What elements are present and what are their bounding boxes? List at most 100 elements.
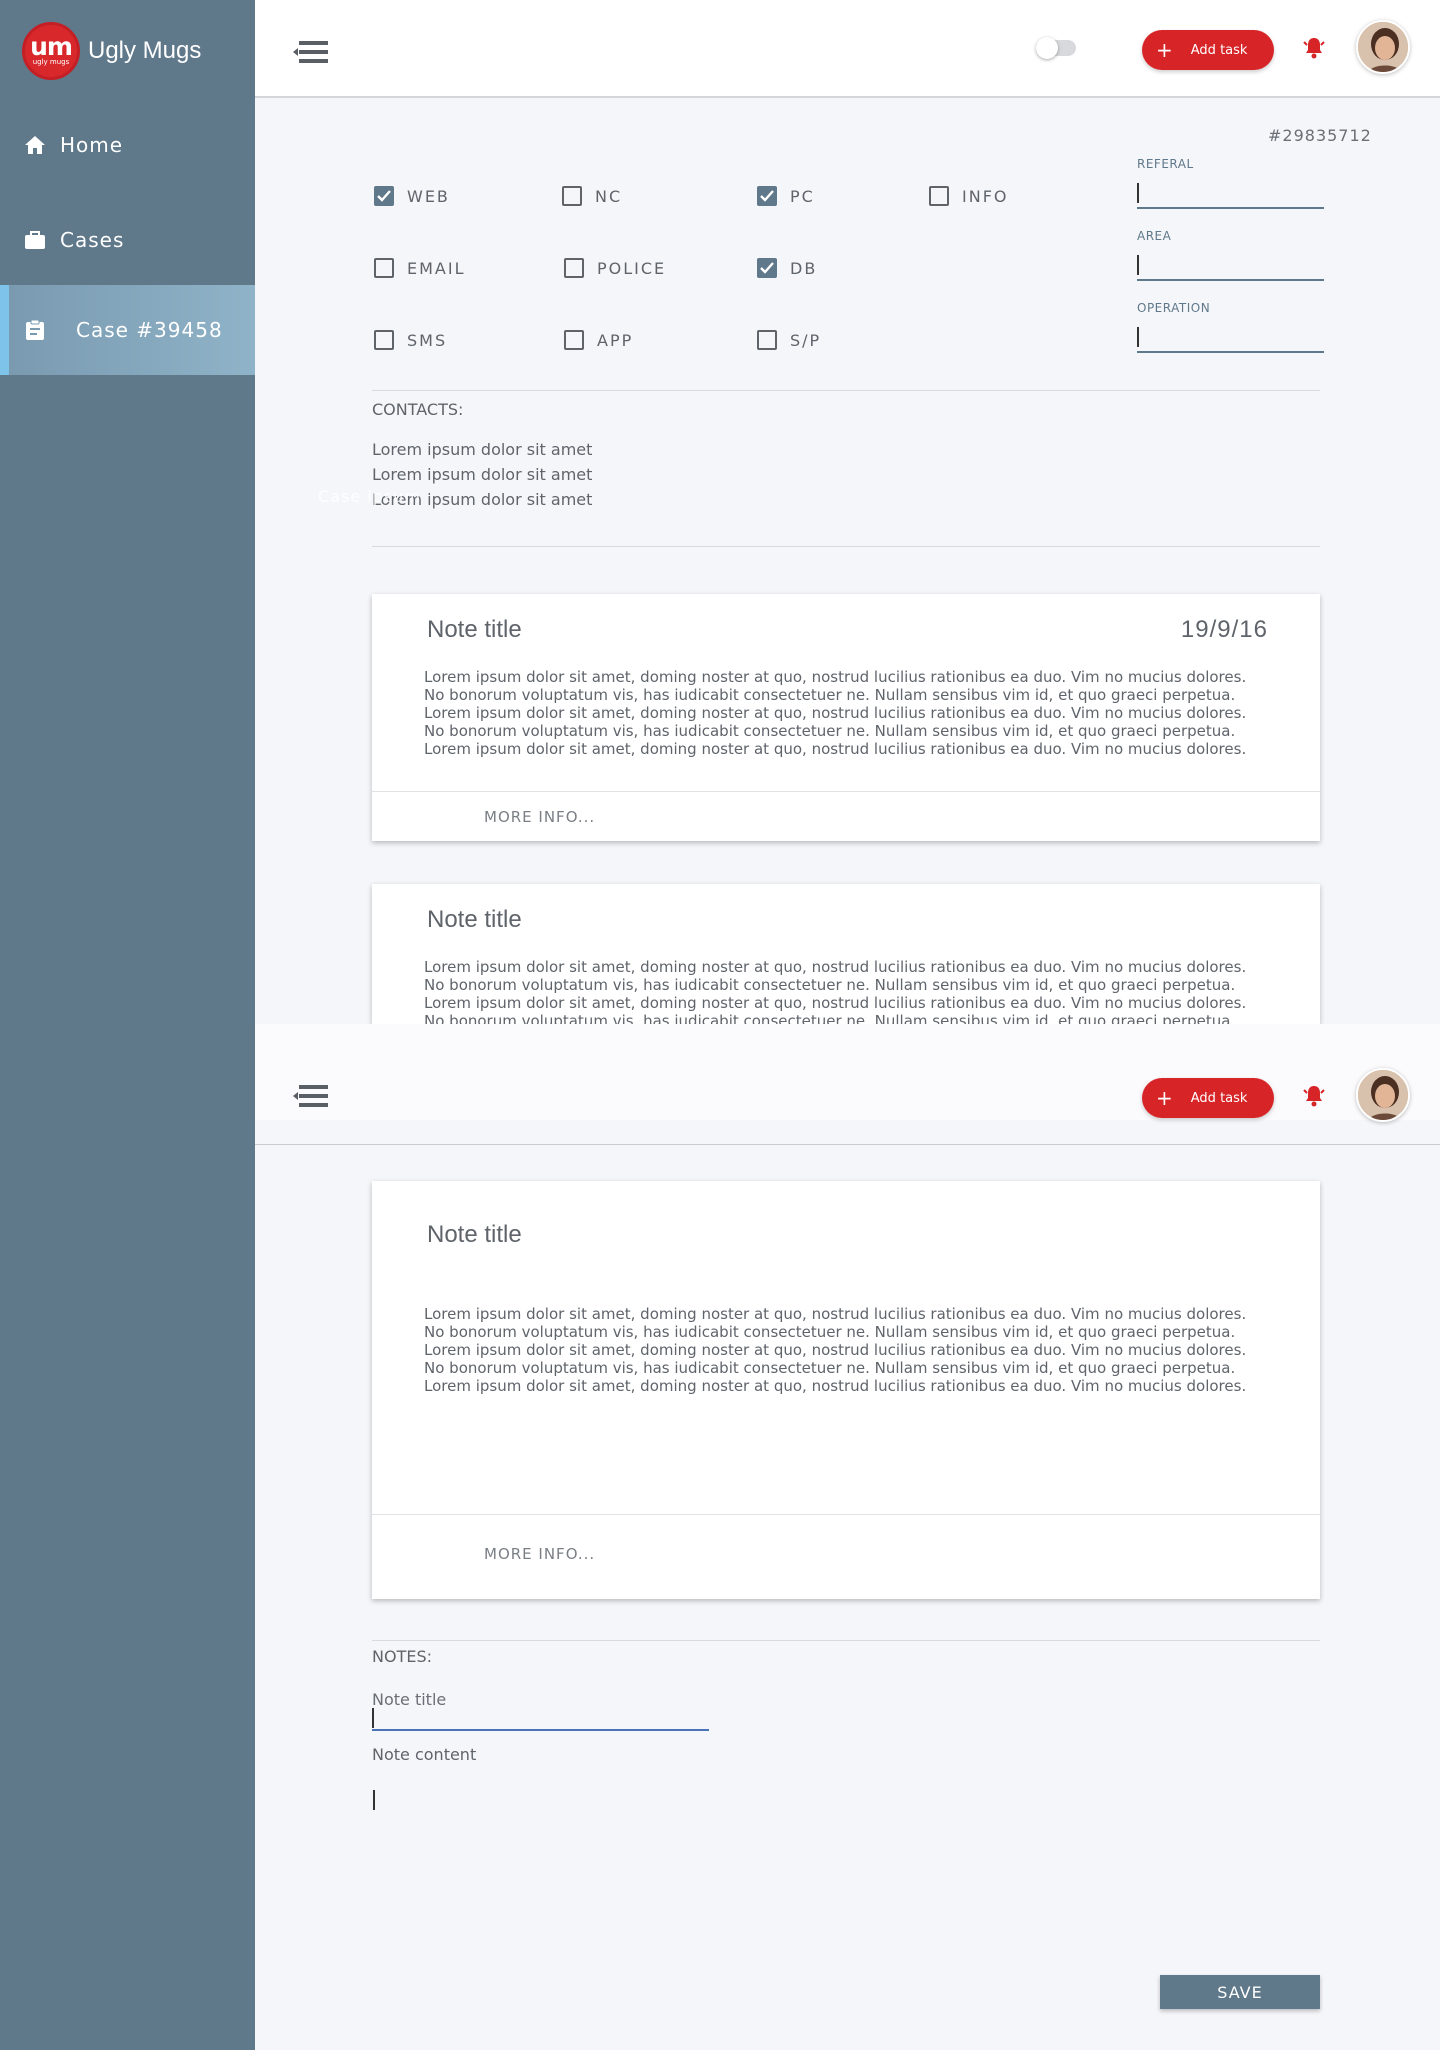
note-title-input[interactable]: Note title [372,1688,709,1731]
add-task-label: Add task [1190,42,1248,58]
checkbox-icon [564,258,584,278]
checkbox-label: APP [597,330,634,350]
note-content-label: Note content [372,1745,477,1764]
sidebar-item-label: Home [60,133,124,157]
sidebar-item-home[interactable]: Home [0,100,255,190]
clipboard-icon [22,317,48,343]
checkbox-label: WEB [407,186,450,206]
checkbox-sp[interactable]: S/P [757,330,821,350]
note-line: Lorem ipsum dolor sit amet, doming noste… [424,704,1247,722]
brand-logo: um ugly mugs [22,22,80,80]
checkbox-label: DB [790,258,818,278]
text-caret [1137,255,1139,275]
add-task-button[interactable]: + Add task [1142,30,1274,70]
note-title-placeholder: Note title [372,1690,447,1709]
sidebar: um ugly mugs Ugly Mugs Home Cases Case #… [0,0,255,2050]
note-title: Note title [427,616,522,643]
menu-collapse-icon[interactable] [291,38,331,66]
note-title: Note title [427,906,522,933]
checkbox-sms[interactable]: SMS [374,330,447,350]
checkbox-police[interactable]: POLICE [564,258,666,278]
plus-icon: + [1156,1086,1173,1110]
checkbox-icon [929,186,949,206]
checkbox-pc[interactable]: PC [757,186,815,206]
sidebar-item-case[interactable]: Case #39458 [0,285,255,375]
divider [255,1144,1440,1145]
area-label: AREA [1137,229,1172,243]
note-date: 19/9/16 [1180,616,1268,643]
checkbox-label: INFO [962,186,1009,206]
sidebar-item-label: Cases [60,228,125,252]
checkbox-icon [374,186,394,206]
brand-logo-text: um [30,32,73,61]
sidebar-item-cases[interactable]: Cases [0,195,255,285]
note-card: Note title 19/9/16 Lorem ipsum dolor sit… [372,594,1320,841]
note-line: No bonorum voluptatum vis, has iudicabit… [424,1323,1236,1341]
note-line: No bonorum voluptatum vis, has iudicabit… [424,722,1236,740]
divider [372,546,1320,547]
referal-input[interactable] [1137,177,1324,209]
home-icon [22,132,48,158]
note-line: No bonorum voluptatum vis, has iudicabit… [424,686,1236,704]
toggle-switch[interactable] [1036,37,1076,59]
checkbox-info[interactable]: INFO [929,186,1008,206]
divider [372,1640,1320,1641]
note-body: Lorem ipsum dolor sit amet, doming noste… [424,1305,1294,1395]
note-title: Note title [427,1221,522,1248]
area-input[interactable] [1137,249,1324,281]
briefcase-icon [22,227,48,253]
avatar[interactable] [1356,20,1410,74]
ghost-drag-label: Case ipsum [318,487,421,506]
case-id: #29835712 [1268,126,1372,145]
contact-item: Lorem ipsum dolor sit amet [372,465,593,484]
operation-input[interactable] [1137,321,1324,353]
note-line: Lorem ipsum dolor sit amet, doming noste… [424,668,1247,686]
referal-field: REFERAL [1137,157,1324,209]
bell-icon[interactable] [1302,36,1326,60]
operation-label: OPERATION [1137,301,1211,315]
checkbox-app[interactable]: APP [564,330,633,350]
note-line: No bonorum voluptatum vis, has iudicabit… [424,1012,1236,1024]
note-line: No bonorum voluptatum vis, has iudicabit… [424,1359,1236,1377]
brand[interactable]: um ugly mugs Ugly Mugs [22,20,201,82]
checkbox-icon [757,330,777,350]
text-caret [372,1708,374,1728]
checkbox-db[interactable]: DB [757,258,817,278]
note-footer: MORE INFO... [372,1514,1320,1599]
checkbox-label: S/P [790,330,822,350]
top-bar-scrolled: + Add task [255,1024,1440,1122]
checkbox-icon [757,186,777,206]
more-info-link[interactable]: MORE INFO... [484,808,595,826]
note-line: Lorem ipsum dolor sit amet, doming noste… [424,958,1247,976]
checkbox-label: POLICE [597,258,667,278]
contacts-label: CONTACTS: [372,400,464,419]
referal-label: REFERAL [1137,157,1194,171]
more-info-link[interactable]: MORE INFO... [484,1545,595,1563]
note-line: Lorem ipsum dolor sit amet, doming noste… [424,1341,1247,1359]
brand-logo-subtext: ugly mugs [32,58,70,66]
checkbox-icon [374,330,394,350]
operation-field: OPERATION [1137,301,1324,353]
checkbox-icon [757,258,777,278]
checkbox-web[interactable]: WEB [374,186,450,206]
checkbox-icon [374,258,394,278]
checkbox-label: NC [595,186,623,206]
menu-collapse-icon[interactable] [291,1082,331,1110]
checkbox-nc[interactable]: NC [562,186,622,206]
checkbox-label: PC [790,186,815,206]
note-body: Lorem ipsum dolor sit amet, doming noste… [424,958,1294,1024]
note-line: Lorem ipsum dolor sit amet, doming noste… [424,1305,1247,1323]
save-button[interactable]: SAVE [1160,1975,1320,2009]
note-content-input[interactable] [373,1790,375,1810]
sidebar-item-label: Case #39458 [76,318,223,342]
note-body: Lorem ipsum dolor sit amet, doming noste… [424,668,1294,758]
contact-item: Lorem ipsum dolor sit amet [372,440,593,459]
top-bar: + Add task [255,0,1440,98]
bell-icon[interactable] [1302,1084,1326,1108]
note-line: Lorem ipsum dolor sit amet, doming noste… [424,1377,1247,1395]
add-task-button[interactable]: + Add task [1142,1078,1274,1118]
checkbox-label: SMS [407,330,448,350]
checkbox-email[interactable]: EMAIL [374,258,466,278]
avatar[interactable] [1356,1068,1410,1122]
plus-icon: + [1156,38,1173,62]
